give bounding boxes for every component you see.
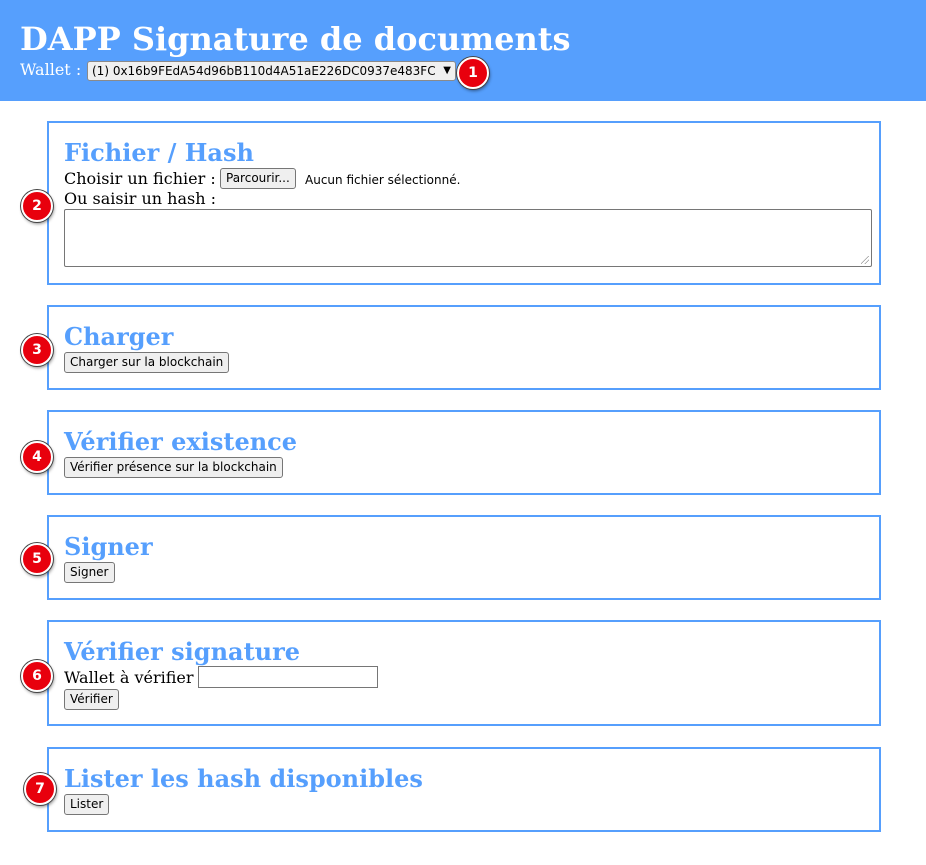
choose-file-label: Choisir un fichier : — [64, 169, 216, 188]
section-charger: Charger Charger sur la blockchain — [47, 305, 881, 390]
section-verifier-existence: Vérifier existence Vérifier présence sur… — [47, 410, 881, 495]
wallet-select[interactable]: (1) 0x16b9FEdA54d96bB110d4A51aE226DC0937… — [87, 61, 456, 81]
charger-blockchain-button[interactable]: Charger sur la blockchain — [64, 352, 230, 373]
section-title-verifier-signature: Vérifier signature — [64, 637, 301, 666]
section-verifier-signature: Vérifier signature Wallet à vérifier Vér… — [47, 620, 881, 726]
marker-1: 1 — [457, 57, 489, 89]
wallet-verify-input[interactable] — [198, 666, 378, 688]
wallet-label: Wallet : — [20, 60, 82, 79]
chevron-down-icon: ▼ — [443, 65, 451, 76]
marker-5: 5 — [21, 543, 53, 575]
section-lister: Lister les hash disponibles Lister — [47, 747, 881, 832]
section-title-verifier-existence: Vérifier existence — [64, 427, 298, 456]
resize-grip-icon[interactable] — [861, 256, 869, 264]
hash-label: Ou saisir un hash : — [64, 189, 216, 208]
browse-file-button[interactable]: Parcourir... — [220, 168, 296, 189]
section-title-charger: Charger — [64, 322, 174, 351]
no-file-selected-text: Aucun fichier sélectionné. — [305, 173, 461, 187]
marker-4: 4 — [21, 441, 53, 473]
app-title: DAPP Signature de documents — [20, 20, 571, 58]
marker-6: 6 — [21, 660, 53, 692]
wallet-selected-value: (1) 0x16b9FEdA54d96bB110d4A51aE226DC0937… — [92, 64, 436, 78]
marker-7: 7 — [24, 773, 56, 805]
hash-textarea[interactable] — [64, 209, 872, 267]
section-title-lister: Lister les hash disponibles — [64, 764, 423, 793]
wallet-verify-label: Wallet à vérifier — [64, 668, 194, 687]
section-fichier-hash: Fichier / Hash Choisir un fichier : Parc… — [47, 121, 881, 285]
verifier-signature-button[interactable]: Vérifier — [64, 689, 119, 710]
lister-button[interactable]: Lister — [64, 794, 110, 815]
verifier-presence-button[interactable]: Vérifier présence sur la blockchain — [64, 457, 283, 478]
marker-2: 2 — [21, 190, 53, 222]
marker-3: 3 — [21, 334, 53, 366]
section-title-fichier-hash: Fichier / Hash — [64, 138, 254, 167]
signer-button[interactable]: Signer — [64, 562, 115, 583]
section-signer: Signer Signer — [47, 515, 881, 600]
section-title-signer: Signer — [64, 532, 153, 561]
